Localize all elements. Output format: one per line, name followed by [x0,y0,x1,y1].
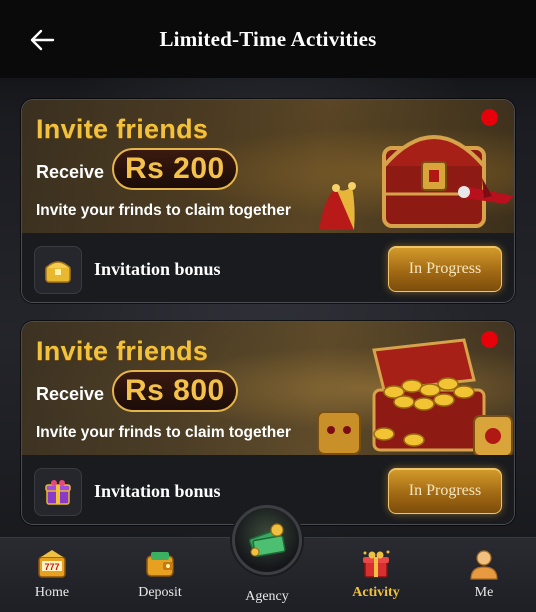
nav-label-home: Home [34,585,70,600]
gift-icon [363,550,390,578]
notification-dot [481,331,498,348]
in-progress-button[interactable]: In Progress [388,468,502,514]
reward-amount: Rs 200 [112,148,238,190]
activity-card[interactable]: Invite friends Receive Rs 200 Invite you… [21,99,515,303]
nav-label-me: Me [474,585,494,600]
invitation-bonus-label: Invitation bonus [94,259,221,279]
activity-card[interactable]: Invite friends Receive Rs 800 Invite you… [21,321,515,525]
activity-banner[interactable]: Invite friends Receive Rs 800 Invite you… [22,322,514,456]
reward-amount: Rs 800 [112,370,238,412]
purple-gift-icon [34,468,82,516]
banner-subtitle: Invite your frinds to claim together [36,424,291,441]
banner-title: Invite friends [36,336,209,366]
banner-subtitle: Invite your frinds to claim together [36,202,291,219]
page-title: Limited-Time Activities [159,26,377,51]
nav-item-activity[interactable]: Activity [336,547,416,609]
invitation-bonus-label: Invitation bonus [94,481,221,501]
nav-item-me[interactable]: Me [444,547,524,609]
back-arrow-icon[interactable] [28,26,56,54]
gold-coins-chest-icon [317,338,513,456]
banner-title: Invite friends [36,114,209,144]
in-progress-button[interactable]: In Progress [388,246,502,292]
receive-label: Receive [36,384,105,404]
activity-banner[interactable]: Invite friends Receive Rs 200 Invite you… [22,100,514,233]
nav-label-deposit: Deposit [138,585,182,600]
receive-label: Receive [36,162,105,182]
nav-label-agency: Agency [245,589,289,604]
nav-item-home[interactable]: 777 Home [12,547,92,609]
card-footer: Invitation bonus In Progress [22,233,514,302]
gold-chest-icon [34,246,82,294]
treasure-chest-icon [319,135,514,230]
money-cash-icon [248,523,286,557]
svg-text:777: 777 [44,562,59,572]
nav-item-deposit[interactable]: Deposit [120,547,200,609]
wallet-icon [146,552,174,577]
nav-label-activity: Activity [352,585,400,600]
user-icon [470,550,498,580]
home-777-icon: 777 [38,550,66,578]
notification-dot [481,109,498,126]
top-bar: Limited-Time Activities [0,0,536,78]
nav-item-agency[interactable]: Agency [227,505,307,612]
agency-button[interactable] [232,505,302,575]
